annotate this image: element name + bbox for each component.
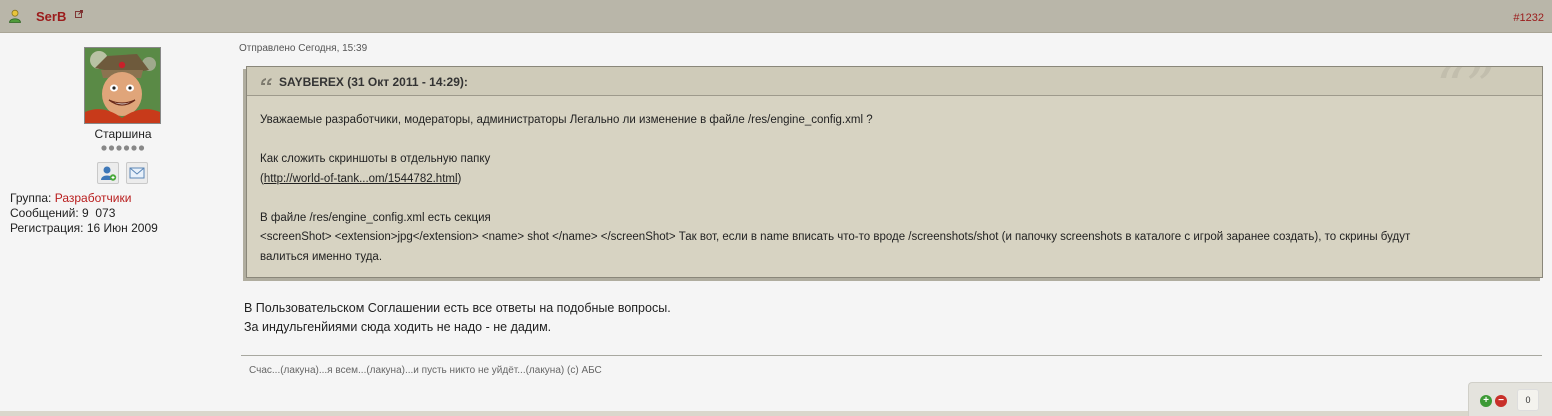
external-link-icon[interactable] [75,10,83,18]
post-footer-strip [0,411,1470,416]
reputation-count: 0 [1517,389,1539,411]
quote-line: <screenShot> <extension>jpg</extension> … [260,231,1411,243]
messages-label: Сообщений: [10,206,79,220]
quote-link-line: (http://world-of-tank...om/1544782.html) [260,172,462,185]
reply-text: В Пользовательском Соглашении есть все о… [244,299,671,337]
member-rank: Старшина [94,127,152,141]
reputation-box: + − 0 [1468,382,1552,416]
post-timestamp: Отправлено Сегодня, 15:39 [239,43,368,54]
rank-pips [101,145,145,151]
registration-value: 16 Июн 2009 [86,221,158,235]
registration-row: Регистрация: 16 Июн 2009 [10,221,158,236]
quote-line: Как сложить скриншоты в отдельную папку [260,153,491,165]
send-message-button[interactable] [126,162,148,184]
author-sidebar: Старшина Группа: Разработчики Сообщений:… [0,33,228,416]
quote-link[interactable]: http://world-of-tank...om/1544782.html [264,173,458,185]
profile-icon [101,166,117,181]
group-row: Группа: Разработчики [10,191,158,206]
post-body-area: Старшина Группа: Разработчики Сообщений:… [0,33,1552,416]
group-value: Разработчики [54,191,132,205]
signature: Счас...(лакуна)...я всем...(лакуна)...и … [249,365,602,376]
post-header: SerB #1232 [0,0,1552,33]
group-label: Группа: [10,191,52,205]
reply-line: В Пользовательском Соглашении есть все о… [244,301,671,315]
reply-line: За индульгенйиями сюда ходить не надо - … [244,320,552,334]
avatar-image [85,48,160,123]
author-name[interactable]: SerB [36,9,66,24]
post-content: Отправлено Сегодня, 15:39 SAYBEREX (31 О… [238,33,1544,416]
quote-line: Уважаемые разработчики, модераторы, адми… [260,114,873,126]
post-number-link[interactable]: #1232 [1513,12,1544,24]
plus-icon[interactable]: + [1480,395,1492,407]
avatar[interactable] [84,47,161,124]
message-icon [129,167,145,179]
quote-line: В файле /res/engine_config.xml есть секц… [260,211,491,224]
messages-value: 9 073 [82,206,116,220]
quote-author: SAYBEREX (31 Окт 2011 - 14:29): [279,75,468,89]
user-icon [9,9,21,23]
quote-line: валиться именно туда. [260,250,383,263]
signature-divider [241,355,1542,356]
quote-icon [261,78,272,85]
svg-text:“”: “” [1436,67,1495,101]
view-profile-button[interactable] [97,162,119,184]
minus-icon[interactable]: − [1495,395,1507,407]
quote-header: SAYBEREX (31 Окт 2011 - 14:29): “” [247,67,1542,101]
quote-marks-icon: “” [1436,67,1495,101]
messages-row: Сообщений: 9 073 [10,206,158,221]
member-info: Группа: Разработчики Сообщений: 9 073 Ре… [10,191,158,236]
quote-block: SAYBEREX (31 Окт 2011 - 14:29): “” Уважа… [246,66,1543,278]
registration-label: Регистрация: [10,221,84,235]
quote-text: Уважаемые разработчики, модераторы, адми… [260,111,1530,267]
